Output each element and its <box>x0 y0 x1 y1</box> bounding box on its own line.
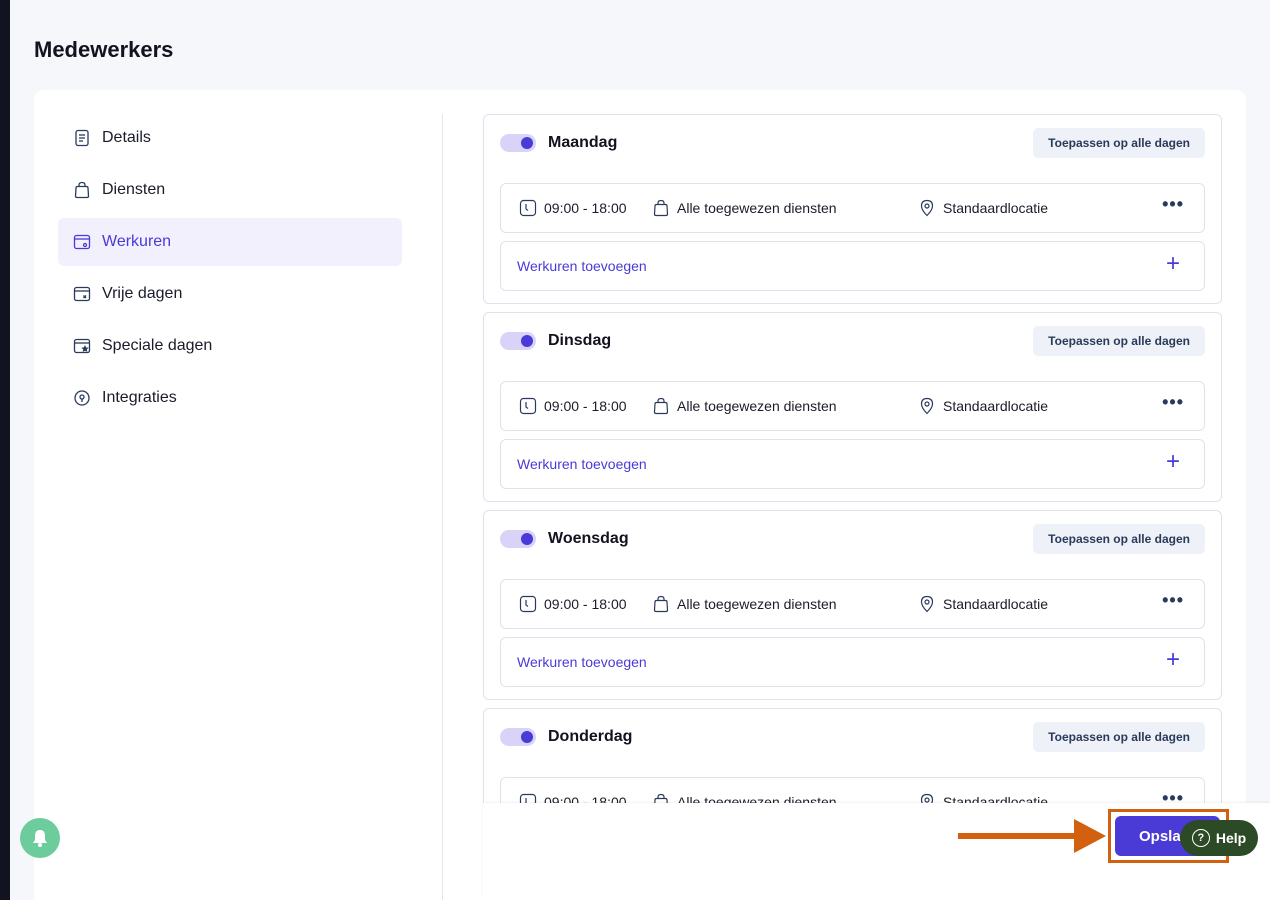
location-selector[interactable]: Standaardlocatie <box>918 595 1048 613</box>
more-options-icon[interactable]: ••• <box>1162 392 1184 413</box>
day-toggle[interactable] <box>500 728 536 746</box>
bag-icon <box>72 180 92 200</box>
bag-icon <box>653 397 669 415</box>
window-edge <box>0 0 10 900</box>
apply-all-days-button[interactable]: Toepassen op alle dagen <box>1033 326 1205 356</box>
day-card-dinsdag: Dinsdag Toepassen op alle dagen 09:00 - … <box>483 312 1222 502</box>
time-range-label: 09:00 - 18:00 <box>544 398 627 414</box>
day-toggle[interactable] <box>500 332 536 350</box>
apply-all-days-button[interactable]: Toepassen op alle dagen <box>1033 128 1205 158</box>
time-range-label: 09:00 - 18:00 <box>544 200 627 216</box>
sidebar-item-label: Werkuren <box>102 233 172 250</box>
day-header: Maandag Toepassen op alle dagen <box>500 128 1205 158</box>
add-working-hours-label: Werkuren toevoegen <box>517 258 647 274</box>
location-selector[interactable]: Standaardlocatie <box>918 397 1048 415</box>
add-working-hours-label: Werkuren toevoegen <box>517 654 647 670</box>
location-label: Standaardlocatie <box>943 596 1049 612</box>
sidebar-item-label: Vrije dagen <box>102 285 183 302</box>
add-working-hours-row[interactable]: Werkuren toevoegen + <box>500 637 1205 687</box>
location-label: Standaardlocatie <box>943 398 1049 414</box>
location-pin-icon <box>920 397 934 415</box>
services-label: Alle toegewezen diensten <box>677 596 837 612</box>
sidebar-item-speciale-dagen[interactable]: Speciale dagen <box>58 322 402 370</box>
employee-sidebar: Details Diensten Werkuren Vrije dagen Sp… <box>58 114 402 426</box>
apply-all-days-button[interactable]: Toepassen op alle dagen <box>1033 524 1205 554</box>
plus-icon[interactable]: + <box>1166 646 1180 674</box>
document-icon <box>72 128 92 148</box>
plus-icon[interactable]: + <box>1166 250 1180 278</box>
location-pin-icon <box>920 595 934 613</box>
more-options-icon[interactable]: ••• <box>1162 788 1184 804</box>
sidebar-item-vrije-dagen[interactable]: Vrije dagen <box>58 270 402 318</box>
services-selector[interactable]: Alle toegewezen diensten <box>652 199 837 217</box>
day-name: Dinsdag <box>548 332 612 349</box>
plus-icon[interactable]: + <box>1166 448 1180 476</box>
more-options-icon[interactable]: ••• <box>1162 194 1184 215</box>
apply-all-days-button[interactable]: Toepassen op alle dagen <box>1033 722 1205 752</box>
time-range[interactable]: 09:00 - 18:00 <box>519 595 627 613</box>
day-header: Donderdag Toepassen op alle dagen <box>500 722 1205 752</box>
day-toggle[interactable] <box>500 530 536 548</box>
add-working-hours-row[interactable]: Werkuren toevoegen + <box>500 439 1205 489</box>
question-icon: ? <box>1191 829 1210 847</box>
help-label: Help <box>1215 830 1247 846</box>
more-options-icon[interactable]: ••• <box>1162 590 1184 611</box>
location-label: Standaardlocatie <box>943 200 1049 216</box>
sidebar-item-details[interactable]: Details <box>58 114 402 162</box>
day-header: Dinsdag Toepassen op alle dagen <box>500 326 1205 356</box>
services-selector[interactable]: Alle toegewezen diensten <box>652 595 837 613</box>
location-selector[interactable]: Standaardlocatie <box>918 199 1048 217</box>
working-hours-row: 09:00 - 18:00 Alle toegewezen diensten S… <box>500 777 1205 804</box>
calendar-clock-icon <box>72 232 92 252</box>
clock-icon <box>519 595 537 613</box>
annotation-arrow <box>958 833 1080 839</box>
sidebar-item-diensten[interactable]: Diensten <box>58 166 402 214</box>
working-hours-list[interactable]: Maandag Toepassen op alle dagen 09:00 - … <box>483 114 1223 804</box>
bell-icon <box>33 830 47 847</box>
location-pin-icon <box>920 199 934 217</box>
page-title: Medewerkers <box>34 37 174 62</box>
sidebar-item-label: Diensten <box>102 181 166 198</box>
day-toggle[interactable] <box>500 134 536 152</box>
bag-icon <box>653 199 669 217</box>
working-hours-row: 09:00 - 18:00 Alle toegewezen diensten S… <box>500 579 1205 629</box>
annotation-arrow-head <box>1074 819 1106 853</box>
bag-icon <box>653 595 669 613</box>
notification-button[interactable] <box>20 818 60 858</box>
help-button[interactable]: ? Help <box>1180 820 1258 856</box>
services-label: Alle toegewezen diensten <box>677 398 837 414</box>
sidebar-item-label: Integraties <box>102 389 177 406</box>
sidebar-item-label: Speciale dagen <box>102 337 213 354</box>
day-name: Woensdag <box>548 530 629 547</box>
clock-icon <box>519 397 537 415</box>
working-hours-row: 09:00 - 18:00 Alle toegewezen diensten S… <box>500 183 1205 233</box>
day-card-maandag: Maandag Toepassen op alle dagen 09:00 - … <box>483 114 1222 304</box>
day-card-donderdag: Donderdag Toepassen op alle dagen 09:00 … <box>483 708 1222 804</box>
sidebar-item-integraties[interactable]: Integraties <box>58 374 402 422</box>
day-name: Donderdag <box>548 728 633 745</box>
time-range[interactable]: 09:00 - 18:00 <box>519 199 627 217</box>
sidebar-divider <box>442 114 443 900</box>
time-range-label: 09:00 - 18:00 <box>544 596 627 612</box>
add-working-hours-row[interactable]: Werkuren toevoegen + <box>500 241 1205 291</box>
sidebar-item-werkuren[interactable]: Werkuren <box>58 218 402 266</box>
services-selector[interactable]: Alle toegewezen diensten <box>652 397 837 415</box>
working-hours-row: 09:00 - 18:00 Alle toegewezen diensten S… <box>500 381 1205 431</box>
calendar-x-icon <box>72 284 92 304</box>
services-label: Alle toegewezen diensten <box>677 200 837 216</box>
day-card-woensdag: Woensdag Toepassen op alle dagen 09:00 -… <box>483 510 1222 700</box>
add-working-hours-label: Werkuren toevoegen <box>517 456 647 472</box>
day-header: Woensdag Toepassen op alle dagen <box>500 524 1205 554</box>
integration-icon <box>72 388 92 408</box>
sidebar-item-label: Details <box>102 129 151 146</box>
time-range[interactable]: 09:00 - 18:00 <box>519 397 627 415</box>
day-name: Maandag <box>548 134 618 151</box>
clock-icon <box>519 199 537 217</box>
calendar-star-icon <box>72 336 92 356</box>
